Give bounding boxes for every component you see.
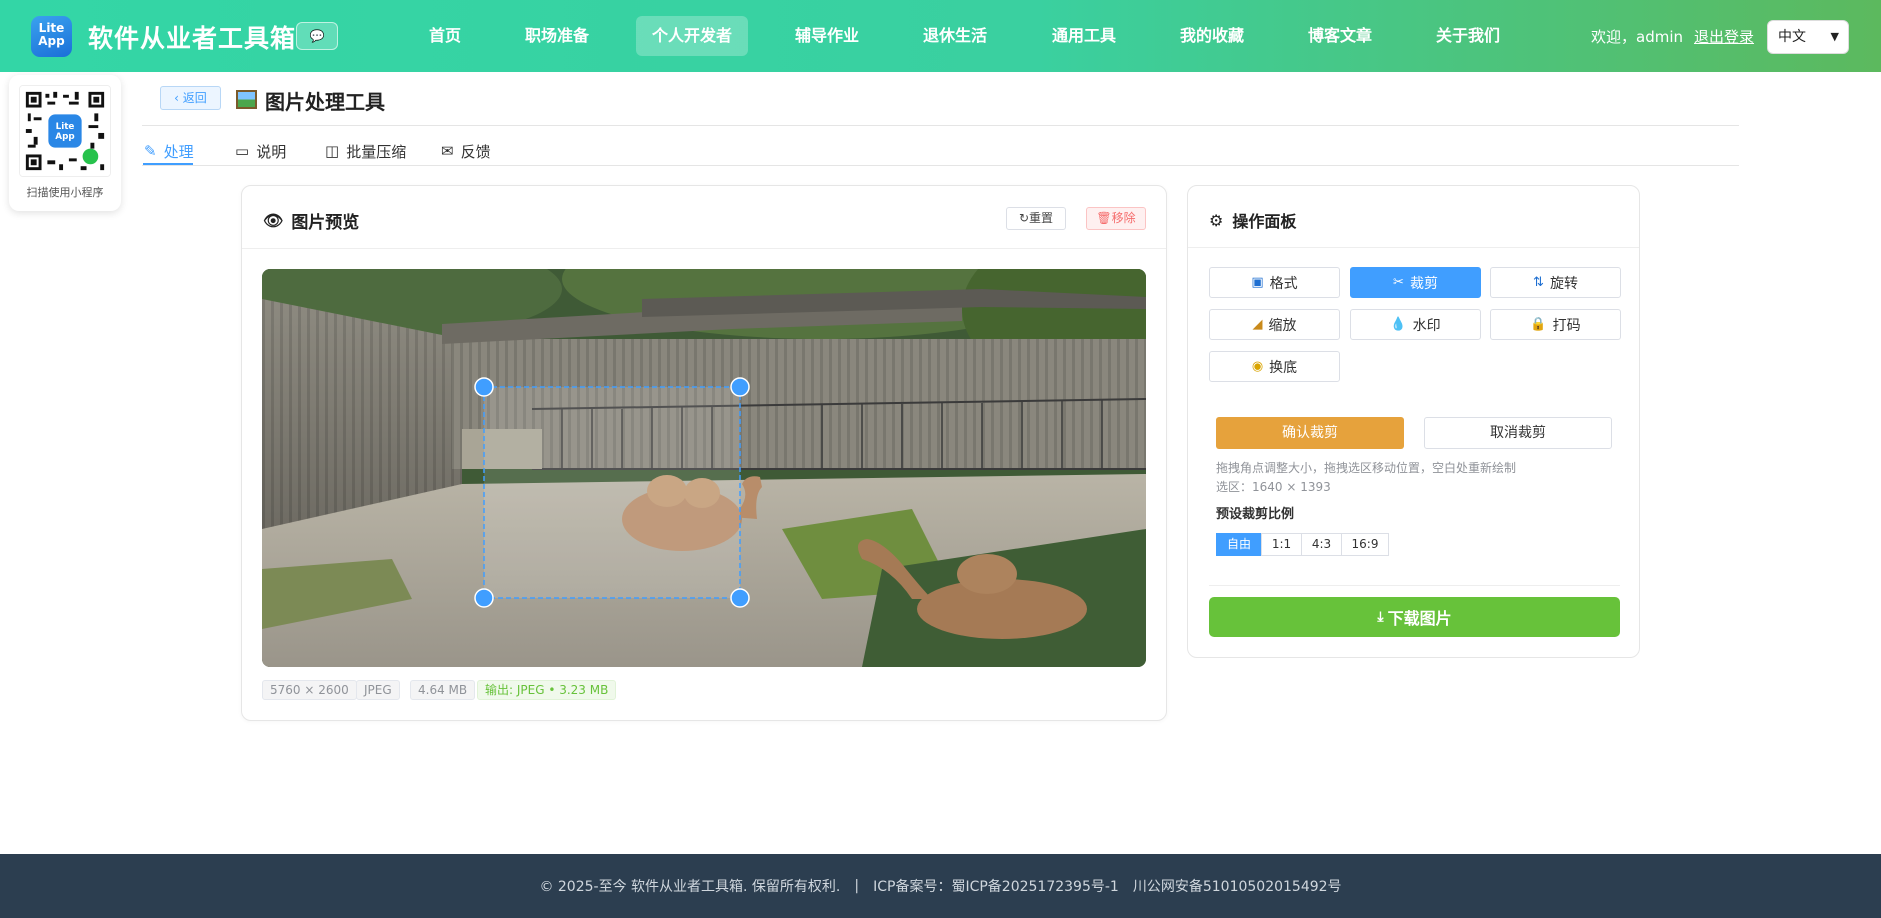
comment-icon: ✉ [441,142,454,160]
scissors-icon: ✂ [1393,275,1404,290]
rotate-icon: ⇅ [1533,275,1544,290]
chevron-down-icon: ▼ [1830,30,1839,43]
info-dimensions: 5760 × 2600 [262,680,357,700]
selection-size: 选区：1640 × 1393 [1216,480,1331,494]
nav-indie-developer[interactable]: 个人开发者 [636,16,748,56]
mini-program-qr-card: Lite App 扫描使用小程序 [9,75,121,211]
format-icon: ▣ [1251,275,1264,290]
operation-panel: ⚙ 操作面板 ▣ 格式 ✂ 裁剪 ⇅ 旋转 ◢ 缩放 💧 水印 🔒 打码 ◉ 换底 确认裁剪 取… [1187,185,1640,658]
crop-handle-top-left[interactable] [474,377,494,397]
welcome-text: 欢迎，admin [1591,28,1683,46]
footer-icp-link[interactable]: ICP备案号：蜀ICP备2025172395号-1 [873,876,1119,896]
ratio-title: 预设裁剪比例 [1216,507,1295,522]
image-preview-card: 👁 图片预览 ↻重置 🗑移除 5760 × 2600 JPEG 4.64 MB … [241,185,1167,721]
nav-favorites[interactable]: 我的收藏 [1171,16,1253,56]
droplet-icon: 💧 [1390,317,1407,332]
footer-police-link[interactable]: 川公网安备51010502015492号 [1133,876,1342,896]
nav-home[interactable]: 首页 [414,16,476,56]
panel-title: ⚙ 操作面板 [1209,210,1297,232]
preview-image[interactable] [262,269,1146,667]
ratio-4-3-button[interactable]: 4:3 [1301,533,1342,556]
language-select[interactable]: 中文 ▼ [1767,20,1849,54]
back-button[interactable]: ‹ 返回 [160,86,221,110]
tool-crop-button[interactable]: ✂ 裁剪 [1350,267,1481,298]
tool-format-button[interactable]: ▣ 格式 [1209,267,1340,298]
lock-icon: 🔒 [1530,317,1547,332]
svg-text:Lite: Lite [56,122,75,132]
tab-instructions[interactable]: ▭ 说明 [235,136,286,166]
tool-mosaic-button[interactable]: 🔒 打码 [1490,309,1621,340]
tool-watermark-button[interactable]: 💧 水印 [1350,309,1481,340]
trash-icon: 🗑 [1096,211,1112,225]
refresh-icon: ↻ [1018,211,1030,225]
ratio-free-button[interactable]: 自由 [1216,533,1262,556]
nav-homework[interactable]: 辅导作业 [786,16,868,56]
book-icon: ▭ [235,142,250,160]
tool-rotate-button[interactable]: ⇅ 旋转 [1490,267,1621,298]
nav-retirement[interactable]: 退休生活 [914,16,996,56]
crop-hint: 拖拽角点调整大小，拖拽选区移动位置，空白处重新绘制 [1216,461,1517,475]
tool-resize-button[interactable]: ◢ 缩放 [1209,309,1340,340]
ruler-icon: ◢ [1252,317,1263,332]
logout-link[interactable]: 退出登录 [1694,26,1754,47]
footer-separator: | [854,878,860,894]
confirm-crop-button[interactable]: 确认裁剪 [1216,417,1404,449]
tool-background-button[interactable]: ◉ 换底 [1209,351,1340,382]
tab-process[interactable]: ✎ 处理 [144,136,194,166]
footer-copyright: © 2025-至今 软件从业者工具箱. 保留所有权利. [539,879,841,895]
ratio-16-9-button[interactable]: 16:9 [1341,533,1389,556]
palette-icon: ◉ [1251,359,1264,374]
chat-bubble-icon: 💬 [309,29,325,43]
picture-icon [236,90,257,109]
nav-general-tools[interactable]: 通用工具 [1043,16,1125,56]
crop-handle-top-right[interactable] [730,377,750,397]
info-size: 4.64 MB [410,680,476,700]
edit-icon: ✎ [144,142,157,160]
download-image-button[interactable]: ⤓ 下载图片 [1209,597,1620,637]
reset-button[interactable]: ↻重置 [1006,207,1066,230]
nav-career-prep[interactable]: 职场准备 [516,16,598,56]
site-footer: © 2025-至今 软件从业者工具箱. 保留所有权利. | ICP备案号：蜀IC… [0,854,1881,918]
tab-feedback[interactable]: ✉ 反馈 [441,136,491,166]
ratio-1-1-button[interactable]: 1:1 [1261,533,1302,556]
cancel-crop-button[interactable]: 取消裁剪 [1424,417,1612,449]
svg-text:App: App [55,132,74,142]
qr-label: 扫描使用小程序 [26,186,104,199]
panel-divider-bottom [1209,585,1620,586]
preview-divider [242,248,1166,249]
nav-about[interactable]: 关于我们 [1427,16,1509,56]
panel-divider-top [1188,247,1639,248]
eye-icon: 👁 [263,211,284,230]
crop-handle-bottom-right[interactable] [730,588,750,608]
ratio-button-group: 自由 1:1 4:3 16:9 [1216,533,1389,556]
tab-batch-compress[interactable]: ◫ 批量压缩 [325,136,406,166]
gear-icon: ⚙ [1209,210,1224,230]
tabs-divider [142,165,1739,166]
crop-handle-bottom-left[interactable] [474,588,494,608]
preview-title: 👁 图片预览 [263,211,360,233]
page-title: 图片处理工具 [265,90,385,114]
top-header: Lite App 软件从业者工具箱 💬 首页 职场准备 个人开发者 辅导作业 退… [0,0,1881,72]
brand-title[interactable]: 软件从业者工具箱 [88,19,296,55]
chat-button[interactable]: 💬 [296,22,338,50]
app-logo[interactable]: Lite App [31,16,72,57]
compress-icon: ◫ [325,142,340,160]
info-output: 输出: JPEG • 3.23 MB [477,680,617,700]
info-format: JPEG [356,680,400,700]
qr-code-icon: Lite App [19,85,111,177]
nav-blog[interactable]: 博客文章 [1299,16,1381,56]
title-divider [142,125,1739,126]
remove-button[interactable]: 🗑移除 [1086,207,1146,230]
download-icon: ⤓ [1377,609,1384,625]
